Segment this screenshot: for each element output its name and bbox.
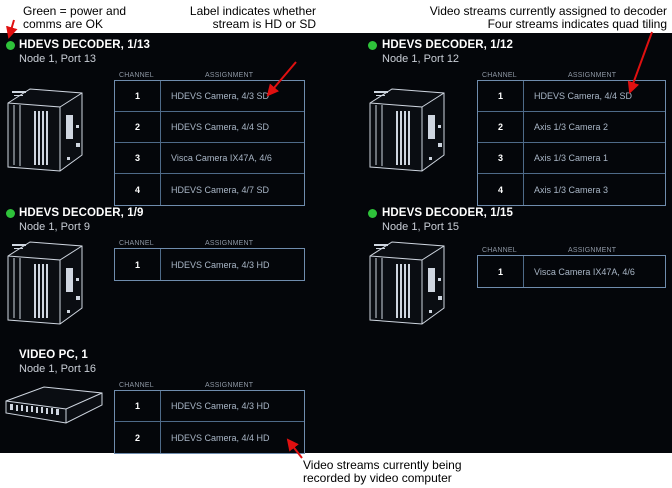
channel-row[interactable]: 1 Visca Camera IX47A, 4/6 bbox=[478, 256, 665, 287]
device-subtitle: Node 1, Port 13 bbox=[19, 53, 97, 65]
decoder-device-icon bbox=[7, 88, 83, 172]
channel-column-header: CHANNEL bbox=[119, 382, 154, 389]
channel-number: 3 bbox=[115, 143, 161, 173]
channel-number: 2 bbox=[115, 112, 161, 142]
status-ok-indicator bbox=[6, 41, 15, 50]
decoder-device-icon bbox=[369, 241, 445, 325]
device-title: HDEVS DECODER, 1/13 bbox=[19, 39, 150, 51]
channel-number: 3 bbox=[478, 143, 524, 173]
annotation-label-hd-sd: Label indicates whether stream is HD or … bbox=[176, 5, 316, 31]
channel-number: 4 bbox=[115, 174, 161, 205]
channel-row[interactable]: 1 HDEVS Camera, 4/3 HD bbox=[115, 391, 304, 422]
channel-row[interactable]: 2 HDEVS Camera, 4/4 HD bbox=[115, 422, 304, 453]
channel-row[interactable]: 2 Axis 1/3 Camera 2 bbox=[478, 112, 665, 143]
device-subtitle: Node 1, Port 16 bbox=[19, 363, 97, 375]
stream-assignment[interactable]: HDEVS Camera, 4/7 SD bbox=[161, 185, 269, 195]
device-subtitle: Node 1, Port 15 bbox=[382, 221, 460, 233]
channel-number: 2 bbox=[478, 112, 524, 142]
channel-number: 1 bbox=[115, 391, 161, 421]
channel-row[interactable]: 1 HDEVS Camera, 4/4 SD bbox=[478, 81, 665, 112]
stream-assignment[interactable]: HDEVS Camera, 4/3 SD bbox=[161, 91, 269, 101]
device-subtitle: Node 1, Port 12 bbox=[382, 53, 460, 65]
channel-assignment-table: 1 HDEVS Camera, 4/4 SD 2 Axis 1/3 Camera 2… bbox=[477, 80, 666, 206]
channel-row[interactable]: 1 HDEVS Camera, 4/3 HD bbox=[115, 249, 304, 280]
assignment-column-header: ASSIGNMENT bbox=[205, 72, 254, 79]
video-pc-icon bbox=[5, 386, 103, 424]
stream-assignment[interactable]: HDEVS Camera, 4/4 SD bbox=[524, 91, 632, 101]
annotation-status-legend: Green = power and comms are OK bbox=[23, 5, 153, 31]
device-status-panel: HDEVS DECODER, 1/13 Node 1, Port 13 CHAN… bbox=[0, 33, 672, 454]
stream-assignment[interactable]: HDEVS Camera, 4/4 SD bbox=[161, 122, 269, 132]
assignment-column-header: ASSIGNMENT bbox=[205, 240, 254, 247]
assignment-column-header: ASSIGNMENT bbox=[568, 72, 617, 79]
status-ok-indicator bbox=[368, 209, 377, 218]
status-ok-indicator bbox=[368, 41, 377, 50]
device-title: HDEVS DECODER, 1/12 bbox=[382, 39, 513, 51]
device-subtitle: Node 1, Port 9 bbox=[19, 221, 90, 233]
channel-assignment-table: 1 Visca Camera IX47A, 4/6 bbox=[477, 255, 666, 288]
stream-assignment[interactable]: HDEVS Camera, 4/4 HD bbox=[161, 433, 270, 443]
decoder-device-icon bbox=[369, 88, 445, 172]
channel-number: 1 bbox=[115, 249, 161, 280]
stream-assignment[interactable]: Visca Camera IX47A, 4/6 bbox=[524, 267, 635, 277]
channel-number: 4 bbox=[478, 174, 524, 205]
channel-number: 2 bbox=[115, 422, 161, 453]
channel-row[interactable]: 3 Axis 1/3 Camera 1 bbox=[478, 143, 665, 174]
annotation-line: recorded by video computer bbox=[303, 471, 452, 485]
channel-number: 1 bbox=[478, 256, 524, 287]
channel-column-header: CHANNEL bbox=[482, 247, 517, 254]
channel-row[interactable]: 4 Axis 1/3 Camera 3 bbox=[478, 174, 665, 205]
status-ok-indicator bbox=[6, 209, 15, 218]
annotation-assigned-streams: Video streams currently assigned to deco… bbox=[395, 5, 667, 31]
channel-row[interactable]: 2 HDEVS Camera, 4/4 SD bbox=[115, 112, 304, 143]
device-title: HDEVS DECODER, 1/15 bbox=[382, 207, 513, 219]
decoder-device-icon bbox=[7, 241, 83, 325]
channel-number: 1 bbox=[115, 81, 161, 111]
device-title: HDEVS DECODER, 1/9 bbox=[19, 207, 144, 219]
stream-assignment[interactable]: Axis 1/3 Camera 1 bbox=[524, 153, 608, 163]
channel-row[interactable]: 4 HDEVS Camera, 4/7 SD bbox=[115, 174, 304, 205]
assignment-column-header: ASSIGNMENT bbox=[568, 247, 617, 254]
channel-assignment-table: 1 HDEVS Camera, 4/3 HD 2 HDEVS Camera, 4/4… bbox=[114, 390, 305, 454]
stream-assignment[interactable]: HDEVS Camera, 4/3 HD bbox=[161, 260, 270, 270]
annotation-line: Four streams indicates quad tiling bbox=[487, 17, 667, 31]
channel-column-header: CHANNEL bbox=[119, 240, 154, 247]
annotation-line: stream is HD or SD bbox=[212, 17, 316, 31]
annotation-line: comms are OK bbox=[23, 17, 104, 31]
channel-number: 1 bbox=[478, 81, 524, 111]
channel-row[interactable]: 3 Visca Camera IX47A, 4/6 bbox=[115, 143, 304, 174]
assignment-column-header: ASSIGNMENT bbox=[205, 382, 254, 389]
stream-assignment[interactable]: HDEVS Camera, 4/3 HD bbox=[161, 401, 270, 411]
annotation-recorded-streams: Video streams currently being recorded b… bbox=[303, 459, 523, 485]
stream-assignment[interactable]: Axis 1/3 Camera 2 bbox=[524, 122, 608, 132]
channel-assignment-table: 1 HDEVS Camera, 4/3 HD bbox=[114, 248, 305, 281]
channel-assignment-table: 1 HDEVS Camera, 4/3 SD 2 HDEVS Camera, 4/4… bbox=[114, 80, 305, 206]
channel-column-header: CHANNEL bbox=[482, 72, 517, 79]
channel-row[interactable]: 1 HDEVS Camera, 4/3 SD bbox=[115, 81, 304, 112]
device-title: VIDEO PC, 1 bbox=[19, 349, 88, 361]
stream-assignment[interactable]: Axis 1/3 Camera 3 bbox=[524, 185, 608, 195]
stream-assignment[interactable]: Visca Camera IX47A, 4/6 bbox=[161, 153, 272, 163]
channel-column-header: CHANNEL bbox=[119, 72, 154, 79]
